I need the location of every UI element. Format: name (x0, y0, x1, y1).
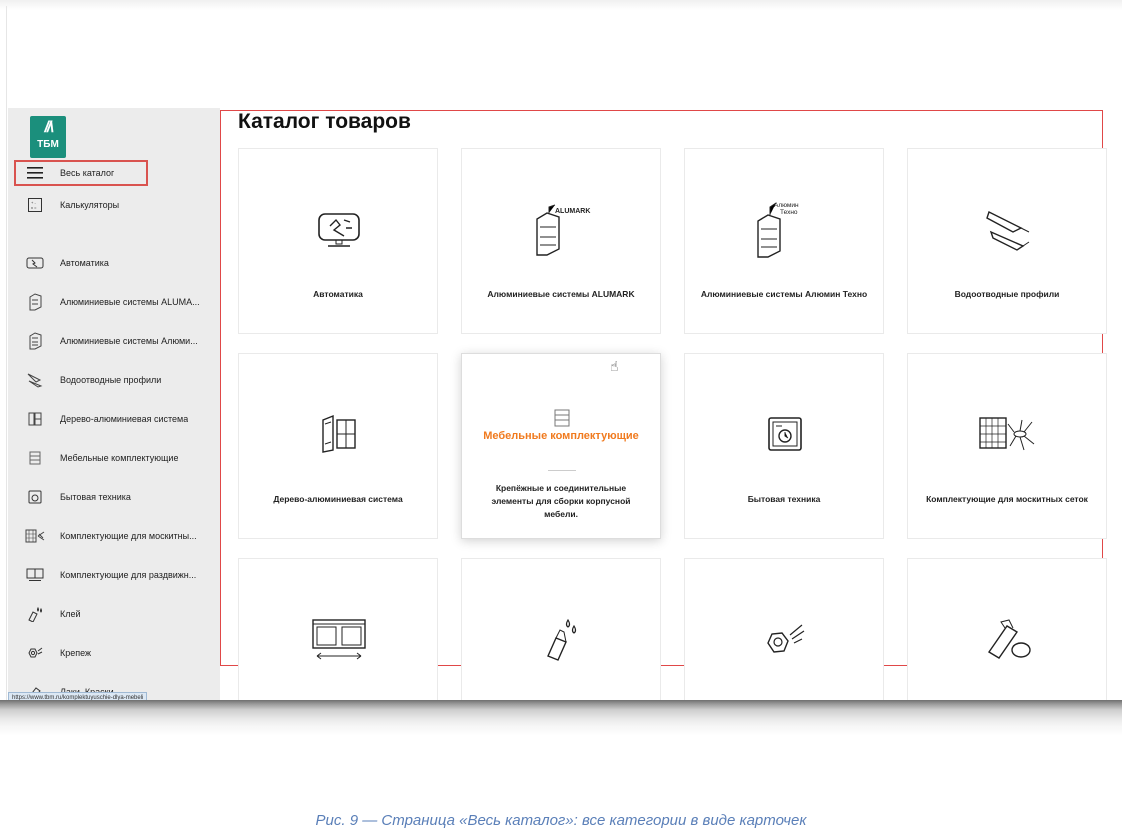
sidebar-item-wood-aluminum[interactable]: Дерево-алюминиевая система (14, 404, 218, 434)
sidebar-item-fasteners[interactable]: Крепеж (14, 638, 218, 668)
sidebar-item-calculators[interactable]: + -x = Калькуляторы (14, 190, 218, 220)
sidebar-item-label: Алюминиевые системы ALUMA... (60, 297, 200, 307)
card-divider (548, 470, 576, 471)
page-top-shadow (0, 0, 1122, 10)
sidebar-item-label: Клей (60, 609, 81, 619)
furniture-parts-icon (24, 447, 46, 469)
sidebar-item-label: Весь каталог (60, 168, 115, 178)
svg-text:x =: x = (31, 205, 37, 210)
sidebar-item-label: Бытовая техника (60, 492, 131, 502)
card-title: Бытовая техника (747, 494, 821, 504)
automation-icon (24, 252, 46, 274)
mosquito-net-icon (968, 404, 1048, 464)
fastener-icon (745, 609, 825, 669)
card-title: Алюминиевые системы ALUMARK (487, 289, 635, 299)
sidebar-item-label: Крепеж (60, 648, 92, 658)
category-card-alumark[interactable]: ALUMARK Алюминиевые системы ALUMARK (461, 148, 661, 334)
card-title: Автоматика (313, 289, 363, 299)
aluminum-window-icon: Алюмин Техно (745, 199, 825, 259)
logo-mark: //\ (44, 119, 53, 136)
sidebar-item-alumark[interactable]: Алюминиевые системы ALUMA... (14, 287, 218, 317)
glue-icon (24, 603, 46, 625)
sidebar-item-label: Комплектующие для раздвижн... (60, 570, 197, 580)
category-card-aluminum-techno[interactable]: Алюмин Техно Алюминиевые системы Алюмин Т… (684, 148, 884, 334)
calculator-icon: + -x = (24, 194, 46, 216)
category-card-sliding-systems[interactable]: Комплектующие для раздвижных (238, 558, 438, 708)
svg-text:Алюмин: Алюмин (774, 202, 799, 209)
sidebar-item-aluminum-techno[interactable]: Алюминиевые системы Алюми... (14, 326, 218, 356)
category-card-automation[interactable]: Автоматика (238, 148, 438, 334)
appliance-icon (745, 404, 825, 464)
category-card-paints[interactable]: Лаки, Краски (907, 558, 1107, 708)
drain-profile-icon (968, 199, 1048, 259)
catalog-screenshot: //\ ТБМ Весь каталог + -x = Калькуляторы (8, 108, 1122, 708)
card-title: Дерево-алюминиевая система (273, 494, 403, 504)
sliding-system-icon (299, 609, 379, 669)
alumark-window-icon: ALUMARK (522, 199, 602, 259)
category-card-wood-aluminum[interactable]: Дерево-алюминиевая система (238, 353, 438, 539)
glue-icon (522, 609, 602, 669)
drain-profile-icon (24, 369, 46, 391)
page-title: Каталог товаров (238, 110, 411, 133)
card-hover-title: Мебельные комплектующие (483, 430, 639, 442)
sidebar-item-label: Комплектующие для москитны... (60, 531, 197, 541)
figure-caption: Рис. 9 — Страница «Весь каталог»: все ка… (315, 812, 807, 829)
appliance-icon (24, 486, 46, 508)
sidebar-item-all-catalog[interactable]: Весь каталог (14, 158, 218, 188)
category-card-fasteners[interactable]: Крепеж (684, 558, 884, 708)
sidebar: //\ ТБМ Весь каталог + -x = Калькуляторы (8, 108, 220, 708)
sidebar-item-label: Мебельные комплектующие (60, 453, 179, 463)
hand-cursor-icon: ☝ (610, 358, 619, 374)
sidebar-item-glue[interactable]: Клей (14, 599, 218, 629)
sidebar-item-drain-profiles[interactable]: Водоотводные профили (14, 365, 218, 395)
aluminum-window-icon (24, 330, 46, 352)
mosquito-net-icon (24, 525, 46, 547)
category-card-appliances[interactable]: Бытовая техника (684, 353, 884, 539)
category-card-mosquito-nets[interactable]: Комплектующие для москитных сеток (907, 353, 1107, 539)
paint-icon (968, 609, 1048, 669)
page-left-edge (6, 6, 7, 706)
sliding-system-icon (24, 564, 46, 586)
sidebar-item-label: Дерево-алюминиевая система (60, 414, 189, 424)
sidebar-item-automation[interactable]: Автоматика (14, 248, 218, 278)
svg-text:Техно: Техно (780, 209, 798, 216)
fastener-icon (24, 642, 46, 664)
wood-aluminum-window-icon (24, 408, 46, 430)
sidebar-item-label: Алюминиевые системы Алюми... (60, 336, 198, 346)
sidebar-item-sliding-systems[interactable]: Комплектующие для раздвижн... (14, 560, 218, 590)
sidebar-item-mosquito-nets[interactable]: Комплектующие для москитны... (14, 521, 218, 551)
category-card-drain-profiles[interactable]: Водоотводные профили (907, 148, 1107, 334)
card-title: Водоотводные профили (954, 289, 1060, 299)
sidebar-item-label: Автоматика (60, 258, 109, 268)
card-title: Комплектующие для москитных сеток (926, 494, 1088, 504)
sidebar-item-label: Водоотводные профили (60, 375, 162, 385)
sidebar-item-furniture-parts[interactable]: Мебельные комплектующие (14, 443, 218, 473)
catalog-main: Каталог товаров Автоматика ALUMARK Алюми… (220, 108, 1122, 708)
category-card-furniture-parts[interactable]: Мебельные комплектующие Крепёжные и соед… (461, 353, 661, 539)
menu-icon (24, 162, 46, 184)
automation-icon (299, 199, 379, 259)
card-description: Крепёжные и соединительные элементы для … (491, 483, 631, 519)
card-title: Алюминиевые системы Алюмин Техно (700, 289, 868, 299)
logo-text: ТБМ (37, 139, 59, 150)
category-card-glue[interactable]: Клей (461, 558, 661, 708)
wood-aluminum-window-icon (299, 404, 379, 464)
icon-caption: ALUMARK (555, 208, 590, 215)
document-page: //\ ТБМ Весь каталог + -x = Калькуляторы (0, 0, 1122, 838)
torn-edge (0, 700, 1122, 736)
sidebar-item-appliances[interactable]: Бытовая техника (14, 482, 218, 512)
sidebar-item-label: Калькуляторы (60, 200, 120, 210)
alumark-window-icon (24, 291, 46, 313)
tbm-logo[interactable]: //\ ТБМ (30, 116, 66, 158)
